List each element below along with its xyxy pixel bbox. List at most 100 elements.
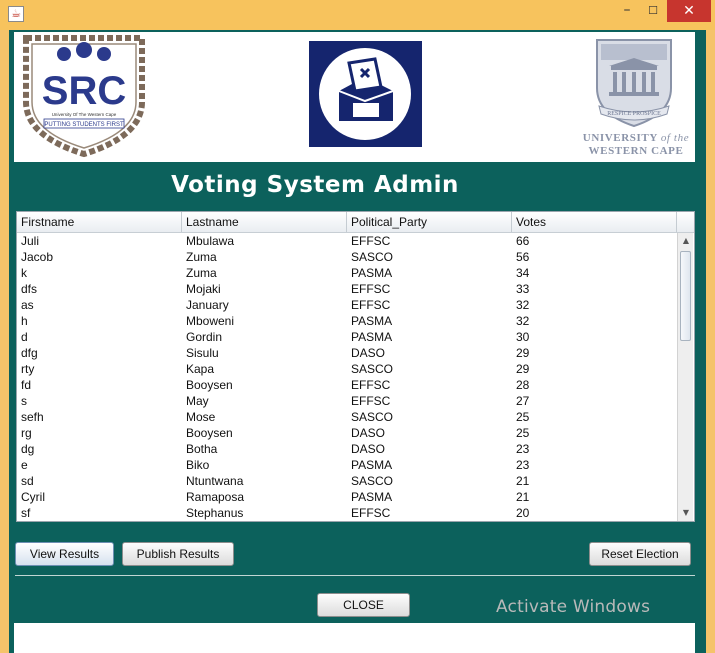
cell-lastname: Sisulu	[186, 346, 219, 360]
client-area: SRC University Of The Western Cape PUTTI…	[9, 30, 706, 653]
close-button[interactable]: CLOSE	[317, 593, 410, 617]
cell-lastname: Mojaki	[186, 282, 221, 296]
separator	[15, 575, 695, 576]
column-header-lastname[interactable]: Lastname	[182, 212, 347, 232]
cell-lastname: Mboweni	[186, 314, 235, 328]
cell-lastname: Mose	[186, 410, 216, 424]
cell-votes: 56	[516, 250, 530, 264]
table-row[interactable]: Cyril Ramaposa PASMA 21	[17, 489, 677, 505]
scroll-up-arrow-icon[interactable]: ▲	[678, 233, 694, 249]
table-row[interactable]: sefh Mose SASCO 25	[17, 409, 677, 425]
table-row[interactable]: dg Botha DASO 23	[17, 441, 677, 457]
table-row[interactable]: as January EFFSC 32	[17, 297, 677, 313]
activate-windows-watermark: Activate Windows	[496, 597, 651, 617]
cell-political-party: PASMA	[351, 330, 393, 344]
cell-votes: 29	[516, 346, 530, 360]
cell-political-party: DASO	[351, 426, 386, 440]
table-row[interactable]: rg Booysen DASO 25	[17, 425, 677, 441]
maximize-button[interactable]: ☐	[640, 0, 666, 22]
cell-firstname: dfs	[21, 282, 38, 296]
close-window-button[interactable]: ✕	[667, 0, 711, 22]
vertical-scrollbar[interactable]: ▲ ▼	[677, 233, 693, 521]
table-row[interactable]: sf Stephanus EFFSC 20	[17, 505, 677, 521]
table-row[interactable]: k Zuma PASMA 34	[17, 265, 677, 281]
cell-votes: 25	[516, 426, 530, 440]
cell-political-party: EFFSC	[351, 506, 391, 520]
ballot-box-logo	[309, 41, 422, 147]
cell-firstname: sf	[21, 506, 31, 520]
column-header-political-party[interactable]: Political_Party	[347, 212, 512, 232]
cell-lastname: Booysen	[186, 378, 233, 392]
publish-results-button[interactable]: Publish Results	[122, 542, 234, 566]
minimize-button[interactable]: –	[614, 0, 640, 22]
cell-firstname: sefh	[21, 410, 44, 424]
view-results-button[interactable]: View Results	[15, 542, 114, 566]
cell-political-party: SASCO	[351, 250, 394, 264]
header-banner: SRC University Of The Western Cape PUTTI…	[14, 32, 695, 162]
cell-political-party: DASO	[351, 346, 386, 360]
cell-lastname: Mbulawa	[186, 234, 235, 248]
uwc-name-of-the: of the	[660, 132, 690, 144]
cell-political-party: EFFSC	[351, 378, 391, 392]
column-header-votes[interactable]: Votes	[512, 212, 677, 232]
table-row[interactable]: Jacob Zuma SASCO 56	[17, 249, 677, 265]
table-row[interactable]: e Biko PASMA 23	[17, 457, 677, 473]
ballot-box-icon	[319, 48, 411, 140]
table-row[interactable]: dfg Sisulu DASO 29	[17, 345, 677, 361]
reset-election-button[interactable]: Reset Election	[589, 542, 691, 566]
src-logo-text: SRC	[42, 69, 126, 113]
src-logo: SRC University Of The Western Cape PUTTI…	[23, 35, 145, 158]
window-title-bar[interactable]: ☕ – ☐ ✕	[0, 0, 715, 30]
cell-political-party: PASMA	[351, 266, 393, 280]
cell-lastname: May	[186, 394, 209, 408]
cell-lastname: Gordin	[186, 330, 223, 344]
cell-firstname: h	[21, 314, 28, 328]
table-row[interactable]: h Mboweni PASMA 32	[17, 313, 677, 329]
cell-firstname: e	[21, 458, 28, 472]
cell-firstname: sd	[21, 474, 34, 488]
table-row[interactable]: Juli Mbulawa EFFSC 66	[17, 233, 677, 249]
cell-firstname: rg	[21, 426, 32, 440]
table-row[interactable]: fd Booysen EFFSC 28	[17, 377, 677, 393]
cell-political-party: SASCO	[351, 410, 394, 424]
cell-votes: 27	[516, 394, 530, 408]
scrollbar-thumb[interactable]	[680, 251, 691, 341]
cell-lastname: Kapa	[186, 362, 215, 376]
cell-votes: 30	[516, 330, 530, 344]
table-row[interactable]: dfs Mojaki EFFSC 33	[17, 281, 677, 297]
cell-votes: 66	[516, 234, 530, 248]
bottom-strip	[14, 623, 695, 653]
cell-firstname: Cyril	[21, 490, 45, 504]
scroll-down-arrow-icon[interactable]: ▼	[678, 505, 694, 521]
cell-firstname: dg	[21, 442, 35, 456]
cell-lastname: Botha	[186, 442, 218, 456]
results-table[interactable]: Firstname Lastname Political_Party Votes…	[16, 211, 695, 522]
cell-votes: 29	[516, 362, 530, 376]
table-row[interactable]: d Gordin PASMA 30	[17, 329, 677, 345]
cell-lastname: Booysen	[186, 426, 233, 440]
table-row[interactable]: rty Kapa SASCO 29	[17, 361, 677, 377]
cell-lastname: Biko	[186, 458, 210, 472]
cell-political-party: PASMA	[351, 458, 393, 472]
cell-firstname: s	[21, 394, 27, 408]
cell-firstname: Juli	[21, 234, 40, 248]
table-row[interactable]: sd Ntuntwana SASCO 21	[17, 473, 677, 489]
table-row[interactable]: s May EFFSC 27	[17, 393, 677, 409]
table-body: Juli Mbulawa EFFSC 66 Jacob Zuma SASCO 56 k Zuma P…	[17, 233, 677, 521]
cell-lastname: Ramaposa	[186, 490, 245, 504]
cell-political-party: EFFSC	[351, 282, 391, 296]
cell-political-party: EFFSC	[351, 234, 391, 248]
uwc-crest-motto: RESPICE PROSPICE	[607, 111, 661, 117]
cell-votes: 23	[516, 458, 530, 472]
cell-votes: 34	[516, 266, 530, 280]
cell-firstname: dfg	[21, 346, 38, 360]
cell-firstname: as	[21, 298, 34, 312]
cell-votes: 32	[516, 314, 530, 328]
cell-lastname: Zuma	[186, 266, 217, 280]
src-logo-subtitle: University Of The Western Cape	[52, 112, 117, 117]
column-header-firstname[interactable]: Firstname	[17, 212, 182, 232]
uwc-name-line1: UNIVERSITY	[582, 132, 658, 144]
cell-votes: 21	[516, 474, 530, 488]
cell-votes: 32	[516, 298, 530, 312]
cell-political-party: SASCO	[351, 474, 394, 488]
